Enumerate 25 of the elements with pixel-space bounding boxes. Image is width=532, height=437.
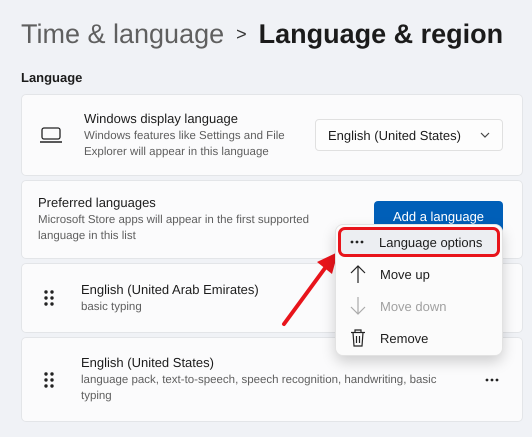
menu-item[interactable]: Language options bbox=[338, 227, 500, 257]
page-title: Language & region bbox=[258, 18, 504, 50]
more-icon bbox=[485, 378, 499, 382]
language-features: language pack, text-to-speech, speech recognition, handwriting, basic typing bbox=[81, 373, 438, 404]
drag-handle-icon[interactable] bbox=[44, 372, 54, 388]
setting-description: Windows features like Settings and File Explorer will appear in this language bbox=[84, 128, 286, 160]
language-name: English (United Arab Emirates) bbox=[81, 282, 259, 296]
language-features: basic typing bbox=[81, 300, 142, 314]
breadcrumb-link[interactable]: Time & language bbox=[21, 18, 224, 50]
arrow-up-icon bbox=[350, 265, 366, 283]
drag-handle-icon[interactable] bbox=[44, 290, 54, 306]
chevron-down-icon bbox=[480, 132, 490, 138]
setting-title: Preferred languages bbox=[38, 195, 156, 210]
section-label: Language bbox=[21, 70, 84, 85]
language-dropdown[interactable]: English (United States) bbox=[315, 119, 503, 151]
setting-title: Windows display language bbox=[84, 110, 238, 126]
trash-icon bbox=[350, 329, 366, 347]
arrow-down-icon bbox=[350, 297, 366, 315]
language-name: English (United States) bbox=[81, 355, 214, 370]
more-icon bbox=[349, 240, 365, 244]
menu-item[interactable]: Remove bbox=[340, 323, 498, 353]
setting-description: Microsoft Store apps will appear in the first supported language in this list bbox=[38, 213, 310, 244]
menu-item[interactable]: Move up bbox=[340, 259, 498, 289]
laptop-icon bbox=[40, 127, 62, 143]
breadcrumb-separator: > bbox=[236, 24, 247, 44]
